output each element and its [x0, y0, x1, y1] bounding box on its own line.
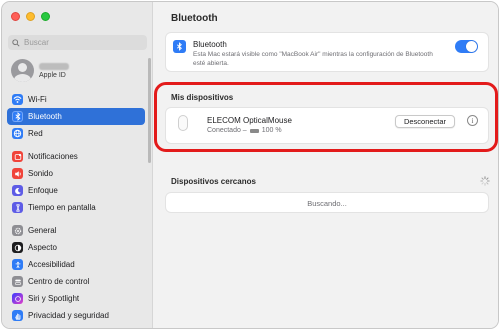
control-center-icon: [12, 276, 23, 287]
accessibility-icon: [12, 259, 23, 270]
account-subtitle: Apple ID: [39, 71, 66, 79]
siri-icon: [12, 293, 23, 304]
appearance-icon: [12, 242, 23, 253]
apple-id-account[interactable]: Apple ID: [11, 59, 69, 82]
sidebar-item-privacy[interactable]: Privacidad y seguridad: [7, 307, 145, 324]
sidebar-item-control-center[interactable]: Centro de control: [7, 273, 145, 290]
bluetooth-label: Bluetooth: [193, 40, 227, 49]
sidebar-item-network[interactable]: Red: [7, 125, 145, 142]
sidebar-item-label: Bluetooth: [28, 112, 62, 121]
search-input[interactable]: [24, 38, 134, 47]
sidebar-item-label: Tiempo en pantalla: [28, 203, 96, 212]
bluetooth-card: Bluetooth Esta Mac estará visible como "…: [165, 32, 489, 72]
sidebar-item-label: Centro de control: [28, 277, 90, 286]
nearby-devices-title: Dispositivos cercanos: [171, 177, 256, 186]
sidebar-item-screen-time[interactable]: Tiempo en pantalla: [7, 199, 145, 216]
account-name-redacted: [39, 62, 69, 70]
minimize-button[interactable]: [26, 12, 35, 21]
sidebar-item-label: Wi-Fi: [28, 95, 47, 104]
sidebar-item-label: Enfoque: [28, 186, 58, 195]
sidebar-item-focus[interactable]: Enfoque: [7, 182, 145, 199]
sidebar-item-label: Accesibilidad: [28, 260, 75, 269]
focus-moon-icon: [12, 185, 23, 196]
sidebar-item-notifications[interactable]: Notificaciones: [7, 148, 145, 165]
privacy-hand-icon: [12, 310, 23, 321]
sidebar-item-bluetooth[interactable]: Bluetooth: [7, 108, 145, 125]
sidebar-group-network: Wi-Fi Bluetooth Red: [7, 91, 145, 142]
bluetooth-icon: [173, 40, 186, 53]
sidebar-item-label: Privacidad y seguridad: [28, 311, 109, 320]
sidebar-item-wifi[interactable]: Wi-Fi: [7, 91, 145, 108]
bluetooth-toggle[interactable]: [455, 40, 478, 53]
highlight-annotation: [154, 82, 498, 152]
close-button[interactable]: [11, 12, 20, 21]
sidebar-item-general[interactable]: General: [7, 222, 145, 239]
search-icon: [12, 38, 20, 47]
sidebar-item-label: Red: [28, 129, 43, 138]
page-title: Bluetooth: [171, 13, 218, 24]
avatar: [11, 59, 34, 82]
main-pane: Bluetooth Bluetooth Esta Mac estará visi…: [154, 2, 498, 328]
sidebar-item-label: Aspecto: [28, 243, 57, 252]
bluetooth-description: Esta Mac estará visible como "MacBook Ai…: [193, 51, 433, 67]
sound-icon: [12, 168, 23, 179]
window-controls: [11, 12, 50, 21]
sidebar-item-appearance[interactable]: Aspecto: [7, 239, 145, 256]
spinner-icon: [480, 176, 490, 186]
bluetooth-icon: [12, 111, 23, 122]
sidebar-item-label: Siri y Spotlight: [28, 294, 80, 303]
zoom-button[interactable]: [41, 12, 50, 21]
wifi-icon: [12, 94, 23, 105]
sidebar-group-notifications: Notificaciones Sonido Enfoque Tiempo en …: [7, 148, 145, 216]
sidebar-group-system: General Aspecto Accesibilidad Centro de …: [7, 222, 145, 324]
search-field[interactable]: [8, 35, 147, 50]
sidebar-item-siri-spotlight[interactable]: Siri y Spotlight: [7, 290, 145, 307]
searching-status: Buscando...: [307, 199, 347, 208]
notifications-icon: [12, 151, 23, 162]
sidebar-scrollbar[interactable]: [148, 58, 151, 163]
sidebar-item-label: Sonido: [28, 169, 53, 178]
sidebar-item-label: Notificaciones: [28, 152, 78, 161]
sidebar-item-sound[interactable]: Sonido: [7, 165, 145, 182]
sidebar-item-accessibility[interactable]: Accesibilidad: [7, 256, 145, 273]
gear-icon: [12, 225, 23, 236]
sidebar: Apple ID Wi-Fi Bluetooth Red: [2, 2, 153, 328]
sidebar-item-label: General: [28, 226, 57, 235]
nearby-devices-list: Buscando...: [165, 192, 489, 213]
network-icon: [12, 128, 23, 139]
screen-time-icon: [12, 202, 23, 213]
settings-window: Apple ID Wi-Fi Bluetooth Red: [1, 1, 499, 329]
